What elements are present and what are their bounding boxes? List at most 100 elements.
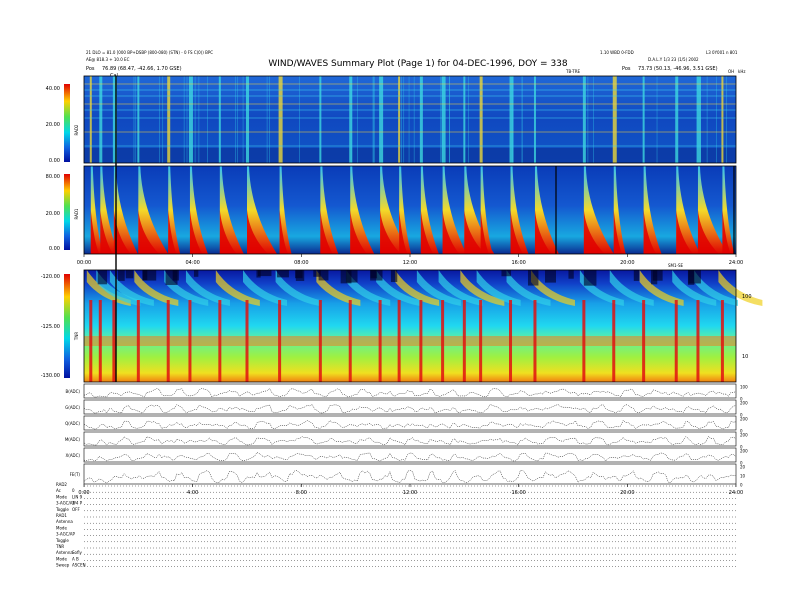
rad2-burst [441, 76, 446, 163]
status-key: RAD1 [56, 513, 67, 518]
tnr-burst [642, 300, 646, 382]
bottom-x-ticks: 0:00 4:00 8:00 12:00 16:00 20:00 24:00 [78, 484, 743, 496]
tnr-tick-2: -130.00 [41, 373, 60, 379]
tnr-dark-patch [256, 270, 261, 278]
rad2-burst [419, 76, 423, 163]
status-key: Mode [56, 494, 67, 499]
tnr-burst [533, 300, 537, 382]
tnr-burst [278, 300, 282, 382]
tnr-dark-patch [390, 270, 398, 283]
tnr-burst [318, 300, 322, 382]
rad1-xtick-label: 00:00 [77, 260, 91, 266]
tnr-burst [245, 300, 249, 382]
header-pos-label-left: Pos [86, 66, 95, 72]
colorbar-rad1 [64, 174, 70, 250]
line-panel-right-tick: 200 [740, 417, 748, 422]
status-key: Sweep [56, 563, 70, 568]
header-info-right-3: D.A.L.Y 1/3 23 (1/5) 2002 [648, 57, 699, 62]
rad1-x-ticks: 00:00 04:00 08:00 12:00 16:00 20:00 24:00 [77, 254, 743, 266]
rad2-burst [218, 76, 221, 163]
tnr-burst [720, 300, 724, 382]
line-panel-frame [83, 415, 737, 431]
plot-title: WIND/WAVES Summary Plot (Page 1) for 04-… [268, 59, 568, 69]
rad2-burst [463, 76, 466, 163]
tnr-label: TNR [74, 332, 79, 341]
status-key: Ac [56, 488, 61, 493]
tnr-dark-patch [527, 270, 539, 286]
tnr-burst [166, 300, 170, 382]
tnr-dark-patch [165, 270, 178, 285]
status-value: OFF [72, 507, 80, 512]
tnr-burst [112, 300, 116, 382]
line-panel-label: X(ADC) [66, 453, 81, 458]
status-key: Toggle [55, 507, 69, 512]
tnr-tick-0: -120.00 [41, 274, 60, 280]
status-key: RAD2 [56, 482, 67, 487]
rad1-xtick-label: 16:00 [511, 260, 525, 266]
bottom-xtick-label: 12:00 [403, 490, 417, 496]
tnr-burst [696, 300, 700, 382]
line-panel-right-tick: 100 [740, 385, 748, 390]
rad2-burst [721, 76, 724, 163]
line-panel-right-tick: 20 [740, 465, 746, 470]
rad1-xtick-label: 20:00 [620, 260, 634, 266]
unit-right: kHz [738, 69, 745, 74]
line-panel-label: B(ADC) [66, 389, 81, 394]
summary-figure: 21 DLO = 81.0 [000 BP+DSBP (800-080) (ST… [41, 50, 763, 568]
tnr-dark-patch [142, 270, 157, 281]
tnr-right-tick-1: 10 [742, 354, 748, 360]
tnr-burst [612, 300, 616, 382]
tnr-burst [419, 300, 423, 382]
line-panel-right-tick: 0 [740, 483, 743, 488]
rad2-label: RAD2 [74, 124, 79, 135]
rad1-xtick-label: 24:00 [729, 260, 743, 266]
line-panel-right-tick: 10 [740, 474, 746, 479]
rad1-tick-1: 20.00 [46, 211, 60, 217]
rad2-burst [99, 76, 103, 163]
header-info-right-2: L3 0Y001 n 801 [706, 50, 738, 55]
tnr-dark-patch [583, 270, 597, 286]
bottom-xtick-label: 4:00 [187, 490, 198, 496]
status-value: 0 [72, 488, 75, 493]
rad2-burst [379, 76, 384, 163]
tnr-dark-patch [501, 270, 512, 277]
tnr-burst [378, 300, 382, 382]
tnr-dark-patch [117, 270, 125, 281]
rad1-xtick-label: 12:00 [403, 260, 417, 266]
line-panel-label: M(ADC) [65, 437, 81, 442]
tnr-tick-1: -125.00 [41, 324, 60, 330]
rad2-burst [533, 76, 536, 163]
status-key: Toggle [55, 538, 69, 543]
rad2-burst [89, 76, 92, 163]
tnr-dark-patch [650, 270, 658, 285]
line-panel-label: FE(T) [70, 472, 81, 477]
tnr-dark-patch [318, 270, 329, 281]
rad2-spectrogram [83, 75, 737, 164]
line-panel-right-tick: 200 [740, 433, 748, 438]
rad2-tick-1: 20.00 [46, 122, 60, 128]
tnr-burst [674, 300, 678, 382]
rad2-burst [188, 76, 193, 163]
tnr-band [84, 336, 736, 346]
header-pos-left: 76.89 (68.47, -42.66, 1.70 GSE) [102, 66, 182, 72]
status-value: Sofly [72, 550, 83, 555]
line-panel-frame [83, 383, 737, 399]
rad2-burst [246, 76, 249, 163]
colorbar-rad2 [64, 84, 70, 162]
tnr-dark-patch [295, 270, 303, 279]
tnr-burst [509, 300, 513, 382]
rad1-tick-2: 0.00 [49, 246, 60, 252]
tnr-dark-patch [340, 270, 352, 284]
line-panel-right-tick: 200 [740, 449, 748, 454]
tnr-dark-patch [633, 270, 640, 281]
rad1-xtick-label: 08:00 [294, 260, 308, 266]
tnr-right-tick-0: 100 [742, 294, 752, 300]
tnr-dark-patch [97, 270, 108, 285]
status-value: 3/4 P [72, 501, 83, 506]
status-key: TNR [55, 544, 64, 549]
colorbar-tnr [64, 274, 70, 378]
tnr-burst [441, 300, 445, 382]
line-panel-frame [83, 399, 737, 415]
tnr-burst [582, 300, 586, 382]
tnr-dark-patch [193, 270, 199, 277]
